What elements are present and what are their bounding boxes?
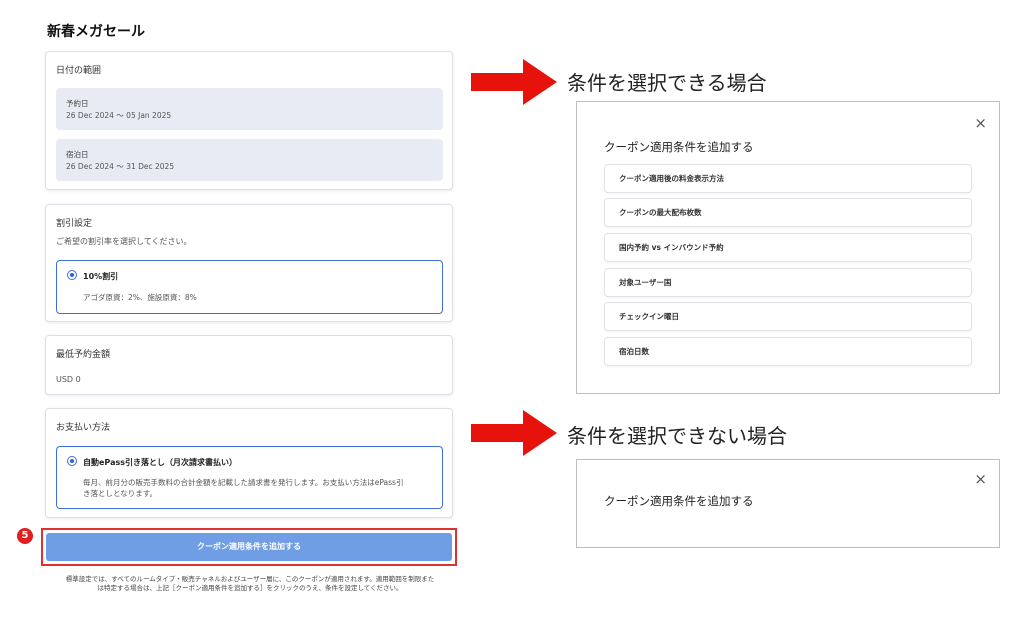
payment-option-desc-line2: き落としとなります。 — [83, 489, 158, 498]
min-amount-label: 最低予約金額 — [56, 350, 111, 360]
booking-date-label: 予約日 — [66, 99, 89, 108]
stay-date-value: 26 Dec 2024 ～ 31 Dec 2025 — [66, 162, 175, 171]
payment-option-desc-line1: 毎月、前月分の販売手数料の合計金額を記載した請求書を発行します。お支払い方法はe… — [83, 478, 404, 487]
footer-note: 標準設定では、すべてのルームタイプ・販売チャネルおよびユーザー層に、このクーポン… — [45, 575, 455, 593]
footer-note-line1: 標準設定では、すべてのルームタイプ・販売チャネルおよびユーザー層に、このクーポン… — [65, 575, 435, 583]
payment-option-title: 自動ePass引き落とし（月次請求書払い） — [83, 458, 237, 467]
date-range-card: 日付の範囲 予約日 26 Dec 2024 ～ 05 Jan 2025 宿泊日 … — [45, 51, 453, 190]
close-icon[interactable]: × — [974, 116, 987, 131]
min-amount-value: USD 0 — [56, 375, 81, 384]
discount-card: 割引設定 ご希望の割引率を選択してください。 10%割引 アゴダ原資：2%、施設… — [45, 204, 453, 322]
condition-item-user-country[interactable]: 対象ユーザー国 — [604, 268, 972, 297]
date-range-label: 日付の範囲 — [56, 66, 102, 76]
panel-title: クーポン適用条件を追加する — [604, 494, 754, 508]
annotation-selectable: 条件を選択できる場合 — [567, 71, 767, 95]
booking-date-value: 26 Dec 2024 ～ 05 Jan 2025 — [66, 111, 172, 120]
step-number-badge: 5 — [17, 528, 33, 544]
page-title: 新春メガセール — [47, 24, 145, 40]
footer-note-line2: は特定する場合は、上記［クーポン適用条件を追加する］をクリックのうえ、条件を設定… — [97, 584, 403, 592]
conditions-panel-not-selectable: × クーポン適用条件を追加する — [576, 459, 1000, 548]
discount-hint: ご希望の割引率を選択してください。 — [56, 237, 192, 246]
min-amount-card: 最低予約金額 USD 0 — [45, 335, 453, 395]
booking-date-box[interactable]: 予約日 26 Dec 2024 ～ 05 Jan 2025 — [56, 88, 443, 130]
annotation-not-selectable: 条件を選択できない場合 — [567, 424, 787, 448]
condition-item-max-distribution[interactable]: クーポンの最大配布枚数 — [604, 198, 972, 227]
discount-option[interactable]: 10%割引 アゴダ原資：2%、施設原資：8% — [56, 260, 443, 314]
payment-label: お支払い方法 — [56, 423, 111, 433]
radio-selected-icon[interactable] — [67, 270, 77, 280]
add-coupon-condition-button[interactable]: クーポン適用条件を追加する — [46, 533, 452, 561]
radio-selected-icon[interactable] — [67, 456, 77, 466]
discount-option-title: 10%割引 — [83, 272, 119, 281]
discount-label: 割引設定 — [56, 219, 93, 229]
condition-item-nights[interactable]: 宿泊日数 — [604, 337, 972, 366]
condition-item-checkin-day[interactable]: チェックイン曜日 — [604, 302, 972, 331]
panel-title: クーポン適用条件を追加する — [604, 140, 754, 154]
payment-card: お支払い方法 自動ePass引き落とし（月次請求書払い） 毎月、前月分の販売手数… — [45, 408, 453, 518]
discount-option-desc: アゴダ原資：2%、施設原資：8% — [83, 293, 197, 302]
red-arrow-icon — [471, 410, 557, 456]
stay-date-box[interactable]: 宿泊日 26 Dec 2024 ～ 31 Dec 2025 — [56, 139, 443, 181]
close-icon[interactable]: × — [974, 472, 987, 487]
red-arrow-icon — [471, 59, 557, 105]
condition-item-price-display[interactable]: クーポン適用後の料金表示方法 — [604, 164, 972, 193]
payment-option[interactable]: 自動ePass引き落とし（月次請求書払い） 毎月、前月分の販売手数料の合計金額を… — [56, 446, 443, 509]
condition-item-domestic-inbound[interactable]: 国内予約 vs インバウンド予約 — [604, 233, 972, 262]
stay-date-label: 宿泊日 — [66, 150, 89, 159]
conditions-panel-selectable: × クーポン適用条件を追加する クーポン適用後の料金表示方法 クーポンの最大配布… — [576, 101, 1000, 394]
